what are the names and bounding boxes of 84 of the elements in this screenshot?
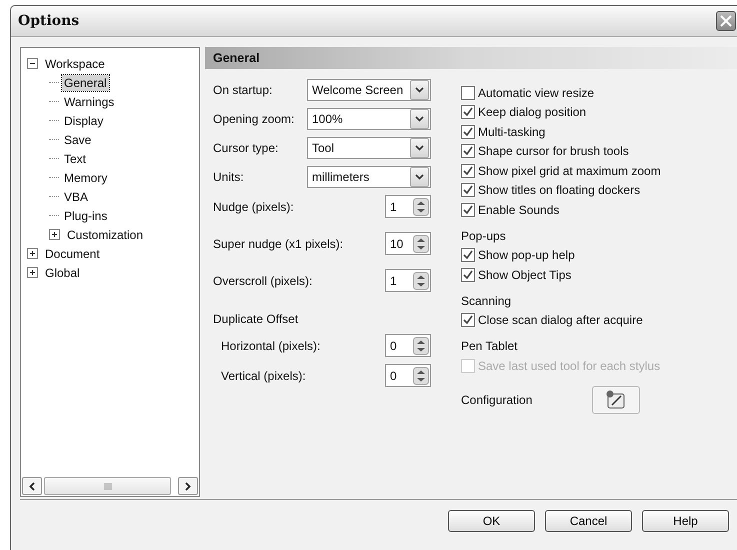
tree-item[interactable]: Display	[62, 112, 106, 128]
field-label: Configuration	[461, 392, 532, 406]
scroll-right-button[interactable]	[178, 477, 198, 495]
checkbox-label: Multi-tasking	[478, 124, 546, 139]
field-label: Overscroll (pixels):	[213, 274, 312, 288]
dialog-button[interactable]: OK	[448, 510, 535, 532]
window-title: Options	[18, 13, 80, 29]
chevron-down-icon	[415, 116, 424, 122]
chevron-down-icon	[415, 145, 424, 151]
dialog-button[interactable]: Help	[642, 510, 729, 532]
collapse-icon[interactable]	[27, 58, 38, 69]
dropdown[interactable]: Welcome Screen	[307, 79, 431, 101]
section-heading: Scanning	[461, 294, 512, 308]
checkbox[interactable]	[461, 268, 475, 282]
field-label: Super nudge (x1 pixels):	[213, 236, 344, 250]
expand-icon[interactable]	[49, 229, 60, 240]
field-label: Units:	[213, 170, 244, 184]
tree-item[interactable]: Customization	[65, 226, 146, 242]
tree-item[interactable]: Save	[62, 132, 94, 148]
chevron-down-icon	[415, 174, 424, 180]
checkbox-label: Show pixel grid at maximum zoom	[478, 164, 661, 178]
expand-icon[interactable]	[27, 248, 38, 259]
tablet-icon	[605, 390, 628, 410]
checkbox[interactable]	[461, 313, 475, 328]
group-label: Duplicate Offset	[213, 312, 300, 326]
spinner-icon[interactable]	[413, 272, 429, 290]
checkbox[interactable]	[461, 164, 475, 178]
spin-field[interactable]: 0	[385, 364, 431, 387]
field-label: Vertical (pixels):	[221, 368, 306, 382]
chevron-left-icon	[29, 482, 35, 490]
tree-item[interactable]: Text	[62, 150, 88, 166]
field-label: Horizontal (pixels):	[221, 338, 320, 352]
tree-item[interactable]: General	[62, 74, 109, 90]
scroll-left-button[interactable]	[22, 477, 42, 495]
spinner-icon[interactable]	[413, 366, 429, 384]
checkbox-label: Enable Sounds	[478, 202, 560, 217]
configuration-button[interactable]	[592, 386, 640, 414]
tree-item[interactable]: Workspace	[43, 56, 107, 72]
field-label: Nudge (pixels):	[213, 200, 294, 214]
checkbox-label: Show titles on floating dockers	[478, 183, 640, 198]
tree-item[interactable]: Memory	[62, 170, 110, 186]
checkbox[interactable]	[461, 248, 475, 262]
tree-item[interactable]: Warnings	[62, 94, 116, 110]
tree-item[interactable]: Global	[43, 264, 82, 280]
dropdown[interactable]: Tool	[307, 137, 431, 159]
spin-field[interactable]: 10	[385, 232, 431, 255]
panel-header: General	[205, 47, 737, 69]
field-label: On startup:	[213, 83, 272, 97]
tree-item[interactable]: VBA	[62, 188, 90, 204]
checkbox[interactable]	[461, 124, 475, 139]
dropdown[interactable]: millimeters	[307, 166, 431, 188]
checkbox-label: Close scan dialog after acquire	[478, 313, 643, 328]
checkbox[interactable]	[461, 86, 475, 100]
checkbox-label: Show Object Tips	[478, 268, 572, 282]
checkbox-label: Keep dialog position	[478, 105, 586, 120]
section-heading: Pop-ups	[461, 228, 507, 242]
spin-field[interactable]: 1	[385, 195, 431, 218]
grip-icon	[104, 482, 112, 490]
spinner-icon[interactable]	[413, 198, 429, 216]
tree-item[interactable]: Plug-ins	[62, 208, 110, 224]
checkbox-label: Show pop-up help	[478, 248, 575, 262]
checkbox[interactable]	[461, 183, 475, 198]
chevron-down-icon	[415, 87, 424, 93]
dialog-button[interactable]: Cancel	[545, 510, 632, 532]
close-icon	[720, 15, 732, 27]
spin-field[interactable]: 1	[385, 269, 431, 292]
scrollbar-thumb[interactable]	[44, 477, 171, 495]
expand-icon[interactable]	[27, 267, 38, 278]
spin-field[interactable]: 0	[385, 334, 431, 357]
spinner-icon[interactable]	[413, 336, 429, 354]
checkbox-label: Shape cursor for brush tools	[478, 144, 629, 158]
field-label: Opening zoom:	[213, 112, 294, 126]
checkbox-label: Automatic view resize	[478, 86, 594, 100]
section-heading: Pen Tablet	[461, 339, 518, 353]
checkbox-label: Save last used tool for each stylus	[478, 358, 660, 373]
dropdown[interactable]: 100%	[307, 108, 431, 130]
checkbox[interactable]	[461, 105, 475, 120]
tree-item[interactable]: Document	[43, 246, 102, 262]
close-button[interactable]	[716, 11, 736, 31]
checkbox[interactable]	[461, 144, 475, 158]
checkbox[interactable]	[461, 202, 475, 217]
chevron-right-icon	[185, 482, 191, 490]
field-label: Cursor type:	[213, 141, 278, 155]
spinner-icon[interactable]	[413, 234, 429, 252]
